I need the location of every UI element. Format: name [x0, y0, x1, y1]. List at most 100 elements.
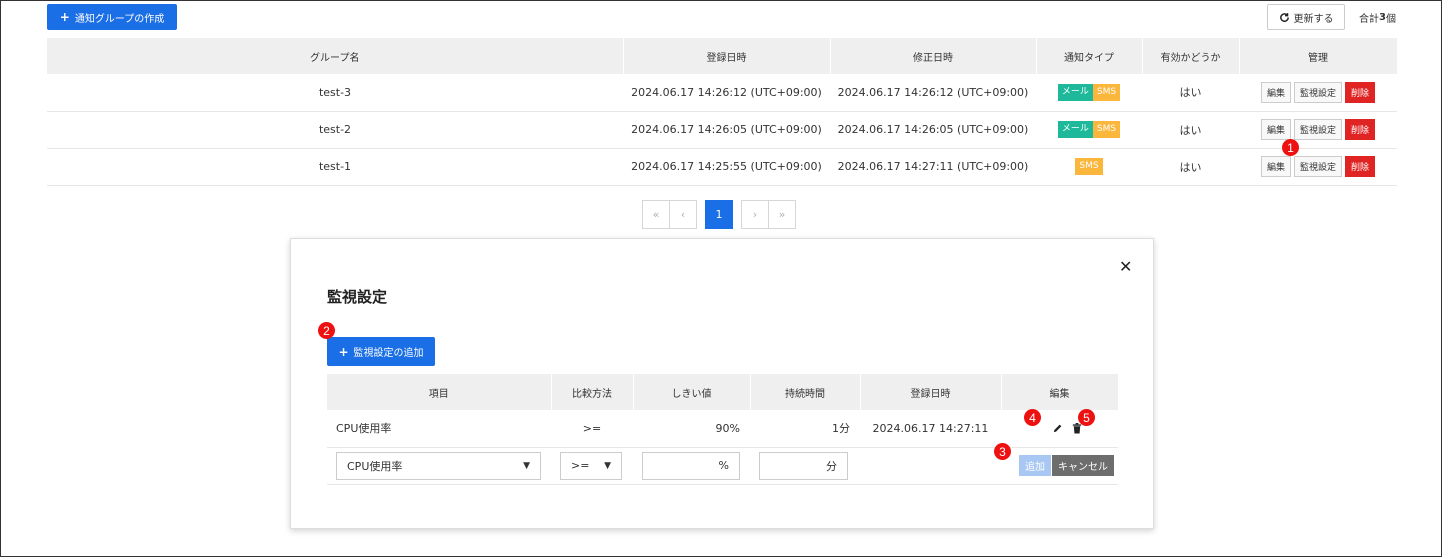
marker-2: 2 [318, 322, 335, 339]
duration-cell: 1分 [750, 410, 860, 448]
header-edit: 編集 [1001, 374, 1119, 410]
header-registered: 登録日時 [623, 38, 831, 74]
notification-types: メール SMS [1036, 74, 1142, 112]
header-compare: 比較方法 [551, 374, 634, 410]
threshold-input[interactable]: % [642, 451, 740, 480]
caret-down-icon: ▼ [604, 460, 611, 471]
table-row: test-1 2024.06.17 14:25:55 (UTC+09:00) 2… [47, 148, 1397, 186]
management-cell: 編集 監視設定 削除 [1239, 74, 1397, 112]
duration-input[interactable]: 分 [759, 451, 848, 480]
header-threshold: しきい値 [633, 374, 751, 410]
add-monitor-setting-button[interactable]: + 監視設定の追加 [327, 337, 435, 366]
delete-button[interactable]: 削除 [1345, 156, 1376, 177]
compare-select-cell: >= ▼ [551, 447, 633, 485]
form-actions-cell: 追加 キャンセル [1001, 447, 1118, 485]
notification-types: SMS [1036, 148, 1142, 186]
empty-cell [860, 447, 1001, 485]
cancel-button[interactable]: キャンセル [1052, 455, 1114, 476]
header-notification-type: 通知タイプ [1036, 38, 1143, 74]
marker-5: 5 [1078, 409, 1095, 426]
header-registered: 登録日時 [860, 374, 1002, 410]
compare-select-value: >= [571, 459, 590, 472]
sms-badge: SMS [1075, 158, 1103, 175]
item-cell: CPU使用率 [327, 410, 551, 448]
edit-button[interactable]: 編集 [1260, 81, 1291, 103]
group-name: test-3 [47, 74, 623, 112]
row-actions [1001, 410, 1118, 448]
registered-date: 2024.06.17 14:25:55 (UTC+09:00) [623, 148, 830, 186]
header-enabled: 有効かどうか [1142, 38, 1240, 74]
marker-1: 1 [1282, 139, 1299, 156]
enabled-status: はい [1142, 111, 1239, 149]
refresh-icon [1279, 12, 1289, 22]
table-row: CPU使用率 >= 90% 1分 2024.06.17 14:27:11 [327, 410, 1118, 448]
monitor-settings-table: 項目 比較方法 しきい値 持続時間 登録日時 編集 CPU使用率 >= 90% … [327, 374, 1119, 485]
registered-date: 2024.06.17 14:26:05 (UTC+09:00) [623, 111, 830, 149]
page-1-button[interactable]: 1 [705, 200, 733, 229]
registered-date: 2024.06.17 14:26:12 (UTC+09:00) [623, 74, 830, 112]
edit-button[interactable]: 編集 [1260, 119, 1291, 140]
header-management: 管理 [1239, 38, 1398, 74]
group-name: test-1 [47, 148, 623, 186]
delete-button[interactable]: 削除 [1345, 81, 1376, 103]
monitor-settings-button[interactable]: 監視設定 [1293, 156, 1342, 177]
registered-cell: 2024.06.17 14:27:11 [860, 410, 1001, 448]
refresh-label: 更新する [1293, 13, 1334, 25]
enabled-status: はい [1142, 148, 1239, 186]
threshold-cell: 90% [633, 410, 750, 448]
modified-date: 2024.06.17 14:26:05 (UTC+09:00) [830, 111, 1036, 149]
refresh-button[interactable]: 更新する [1267, 4, 1345, 30]
table-row: test-2 2024.06.17 14:26:05 (UTC+09:00) 2… [47, 111, 1397, 149]
plus-icon: + [59, 10, 70, 24]
total-prefix: 合計 [1359, 13, 1379, 25]
page-frame: + 通知グループの作成 更新する 合計 3 個 グループ名 登録日時 修正日時 通知… [0, 0, 1442, 557]
add-button[interactable]: 追加 [1019, 455, 1051, 476]
close-icon[interactable]: ✕ [1119, 257, 1132, 276]
edit-button[interactable]: 編集 [1260, 156, 1291, 177]
mail-badge: メール [1057, 83, 1093, 101]
header-duration: 持続時間 [750, 374, 861, 410]
add-monitor-label: 監視設定の追加 [353, 348, 424, 359]
threshold-unit: % [718, 459, 729, 472]
item-select-value: CPU使用率 [347, 459, 403, 473]
management-cell: 編集 監視設定 削除 [1239, 148, 1397, 186]
header-modified: 修正日時 [830, 38, 1037, 74]
compare-cell: >= [551, 410, 633, 448]
monitor-settings-button[interactable]: 監視設定 [1293, 119, 1342, 140]
total-count: 合計 3 個 [1359, 4, 1396, 30]
item-select[interactable]: CPU使用率 ▼ [336, 451, 541, 480]
threshold-input-cell: % [633, 447, 750, 485]
enabled-status: はい [1142, 74, 1239, 112]
last-page-button[interactable]: » [768, 200, 796, 229]
monitor-settings-modal: ✕ 監視設定 + 監視設定の追加 項目 比較方法 しきい値 持続時間 登録日時 … [290, 238, 1154, 529]
compare-select[interactable]: >= ▼ [560, 451, 622, 480]
marker-4: 4 [1024, 409, 1041, 426]
header-group-name: グループ名 [47, 38, 624, 74]
duration-input-cell: 分 [750, 447, 860, 485]
item-select-cell: CPU使用率 ▼ [327, 447, 551, 485]
modified-date: 2024.06.17 14:26:12 (UTC+09:00) [830, 74, 1036, 112]
monitor-settings-button[interactable]: 監視設定 [1293, 81, 1342, 103]
sms-badge: SMS [1092, 121, 1121, 138]
prev-page-button[interactable]: ‹ [669, 200, 697, 229]
delete-button[interactable]: 削除 [1345, 119, 1376, 140]
notification-group-table: グループ名 登録日時 修正日時 通知タイプ 有効かどうか 管理 test-3 2… [47, 38, 1398, 186]
plus-icon: + [338, 344, 349, 359]
caret-down-icon: ▼ [523, 460, 530, 471]
create-button-label: 通知グループの作成 [74, 13, 165, 25]
management-cell: 編集 監視設定 削除 [1239, 111, 1397, 149]
total-suffix: 個 [1385, 13, 1396, 25]
next-page-button[interactable]: › [741, 200, 769, 229]
first-page-button[interactable]: « [642, 200, 670, 229]
sms-badge: SMS [1092, 83, 1121, 101]
modal-title: 監視設定 [327, 288, 388, 306]
header-item: 項目 [327, 374, 552, 410]
notification-types: メール SMS [1036, 111, 1142, 149]
mail-badge: メール [1057, 121, 1093, 138]
table-row: test-3 2024.06.17 14:26:12 (UTC+09:00) 2… [47, 74, 1397, 112]
marker-3: 3 [994, 443, 1011, 460]
duration-unit: 分 [826, 459, 837, 473]
pencil-icon[interactable] [1052, 423, 1063, 434]
trash-icon[interactable] [1072, 422, 1082, 434]
create-notification-group-button[interactable]: + 通知グループの作成 [47, 4, 177, 30]
